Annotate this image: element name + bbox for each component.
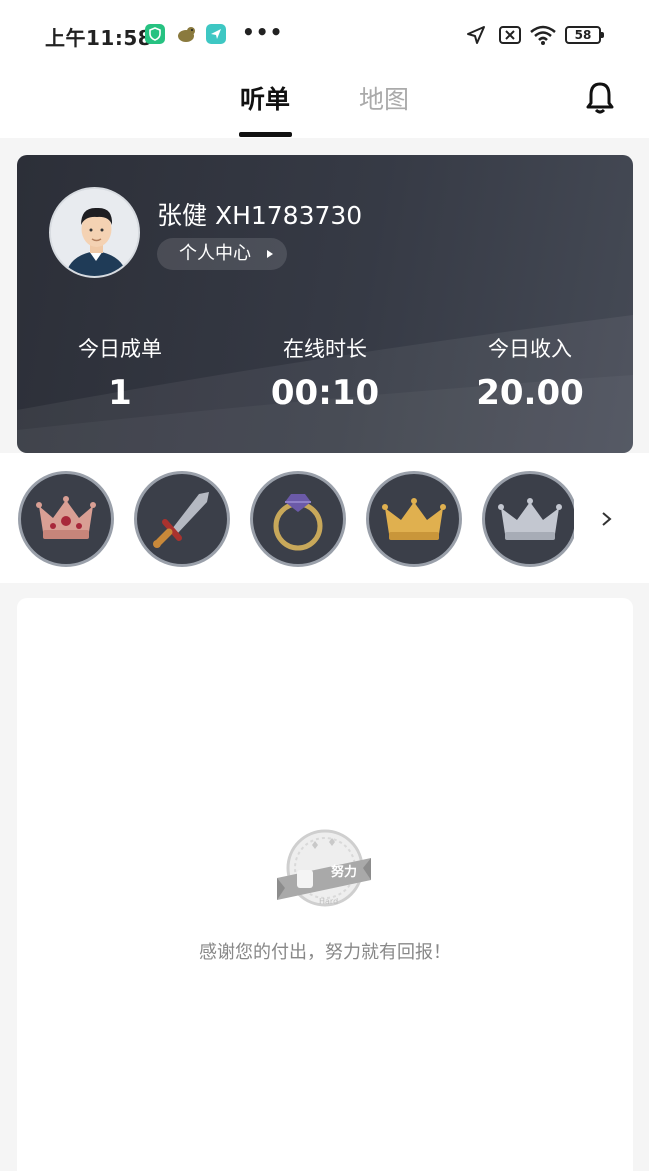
badge-list — [0, 453, 574, 583]
rose-crown-icon — [36, 496, 96, 539]
status-time: 上午11:58 — [45, 26, 153, 50]
empty-state-message: 感谢您的付出，努力就有回报！ — [199, 942, 451, 963]
user-name: 张健 XH1783730 — [157, 201, 363, 230]
gold-crown-icon — [382, 498, 446, 540]
badge-sword[interactable] — [134, 471, 230, 567]
badge-rose-crown[interactable] — [18, 471, 114, 567]
status-bar: 上午11:58 ••• 58 — [0, 0, 649, 68]
shield-app-icon — [145, 24, 165, 44]
stat-value: 1 — [108, 373, 132, 413]
tab-map[interactable]: 地图 — [359, 80, 409, 116]
stat-today-income: 今日收入 20.00 — [450, 333, 610, 413]
svg-text:努力: 努力 — [331, 864, 357, 880]
avatar[interactable] — [49, 187, 140, 278]
stat-label: 在线时长 — [283, 337, 367, 361]
no-sim-icon — [497, 24, 523, 50]
chevron-right-icon[interactable] — [597, 505, 617, 533]
svg-text:Hard: Hard — [319, 897, 338, 906]
more-notifications-icon: ••• — [242, 20, 284, 44]
order-list-panel: 努力 Hard 感谢您的付出，努力就有回报！ — [17, 598, 633, 1171]
hard-work-badge-icon: 努力 Hard — [275, 828, 375, 918]
gem-ring-icon — [273, 494, 323, 551]
stat-today-orders: 今日成单 1 — [40, 333, 200, 413]
tab-orders[interactable]: 听单 — [240, 80, 290, 116]
top-nav: 听单 地图 — [0, 68, 649, 138]
profile-card: 张健 XH1783730 个人中心 今日成单 1 在线时长 00:10 今日收入… — [17, 155, 633, 453]
caret-right-icon — [267, 250, 273, 258]
battery-indicator: 58 — [565, 26, 604, 44]
location-icon — [465, 24, 487, 50]
personal-center-label: 个人中心 — [179, 243, 251, 264]
badge-gold-crown[interactable] — [366, 471, 462, 567]
dog-app-icon — [175, 24, 195, 44]
active-tab-indicator — [239, 132, 292, 137]
badge-silver-crown[interactable] — [482, 471, 574, 567]
bell-icon[interactable] — [585, 81, 615, 115]
stat-label: 今日收入 — [488, 337, 572, 361]
wifi-icon — [529, 24, 557, 50]
send-app-icon — [206, 24, 226, 44]
stat-label: 今日成单 — [78, 337, 162, 361]
sword-icon — [153, 492, 209, 548]
personal-center-button[interactable]: 个人中心 — [157, 238, 287, 270]
stat-value: 20.00 — [476, 373, 584, 413]
stat-value: 00:10 — [270, 373, 380, 413]
silver-crown-icon — [498, 498, 562, 540]
badge-gem-ring[interactable] — [250, 471, 346, 567]
badge-strip — [0, 453, 649, 583]
stat-online-duration: 在线时长 00:10 — [245, 333, 405, 413]
